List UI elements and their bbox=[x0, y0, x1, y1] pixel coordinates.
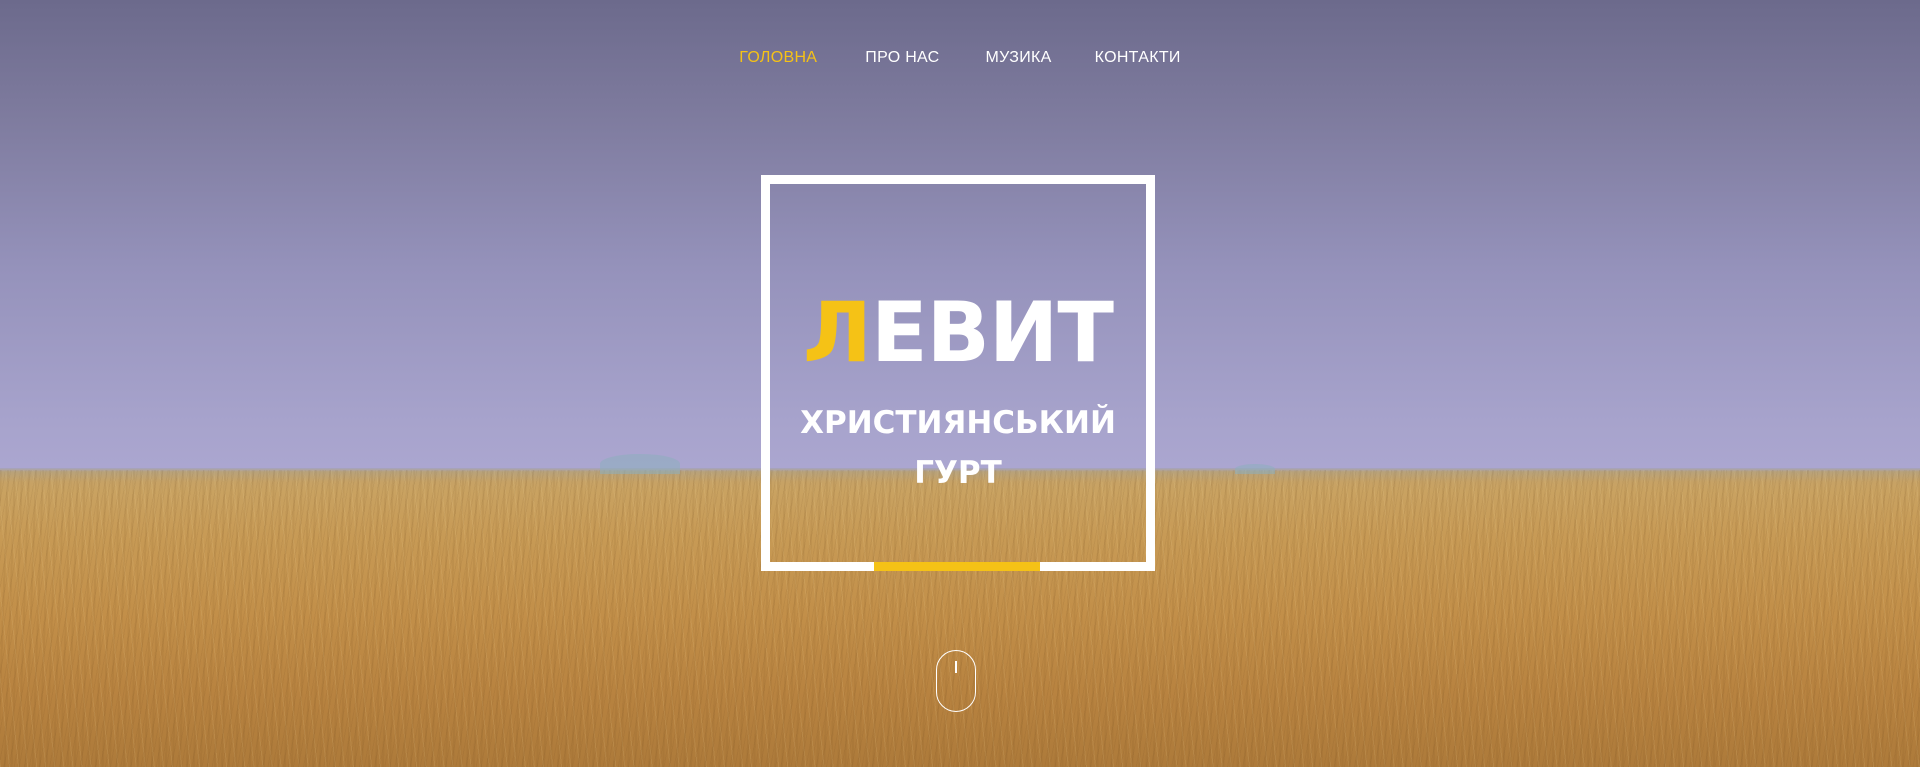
nav-item-home[interactable]: ГОЛОВНА bbox=[739, 49, 817, 67]
logo-frame-accent bbox=[874, 562, 1040, 571]
nav-item-about[interactable]: ПРО НАС bbox=[865, 49, 939, 67]
distant-trees bbox=[600, 454, 680, 474]
band-subtitle: ХРИСТИЯНСЬКИЙ ГУРТ bbox=[761, 398, 1155, 498]
nav-item-contacts[interactable]: КОНТАКТИ bbox=[1095, 49, 1181, 67]
band-title-rest: ЕВИТ bbox=[870, 284, 1114, 381]
mouse-wheel bbox=[955, 661, 957, 673]
main-nav: ГОЛОВНА ПРО НАС МУЗИКА КОНТАКТИ bbox=[0, 49, 1920, 67]
band-subtitle-line2: ГУРТ bbox=[914, 455, 1002, 491]
band-title: ЛЕВИТ bbox=[761, 288, 1155, 378]
nav-item-music[interactable]: МУЗИКА bbox=[986, 49, 1052, 67]
band-title-first-letter: Л bbox=[803, 284, 872, 381]
hero-section: ГОЛОВНА ПРО НАС МУЗИКА КОНТАКТИ ЛЕВИТ ХР… bbox=[0, 0, 1920, 767]
mouse-scroll-icon[interactable] bbox=[936, 650, 976, 712]
band-subtitle-line1: ХРИСТИЯНСЬКИЙ bbox=[800, 405, 1116, 441]
distant-trees bbox=[1235, 464, 1275, 474]
